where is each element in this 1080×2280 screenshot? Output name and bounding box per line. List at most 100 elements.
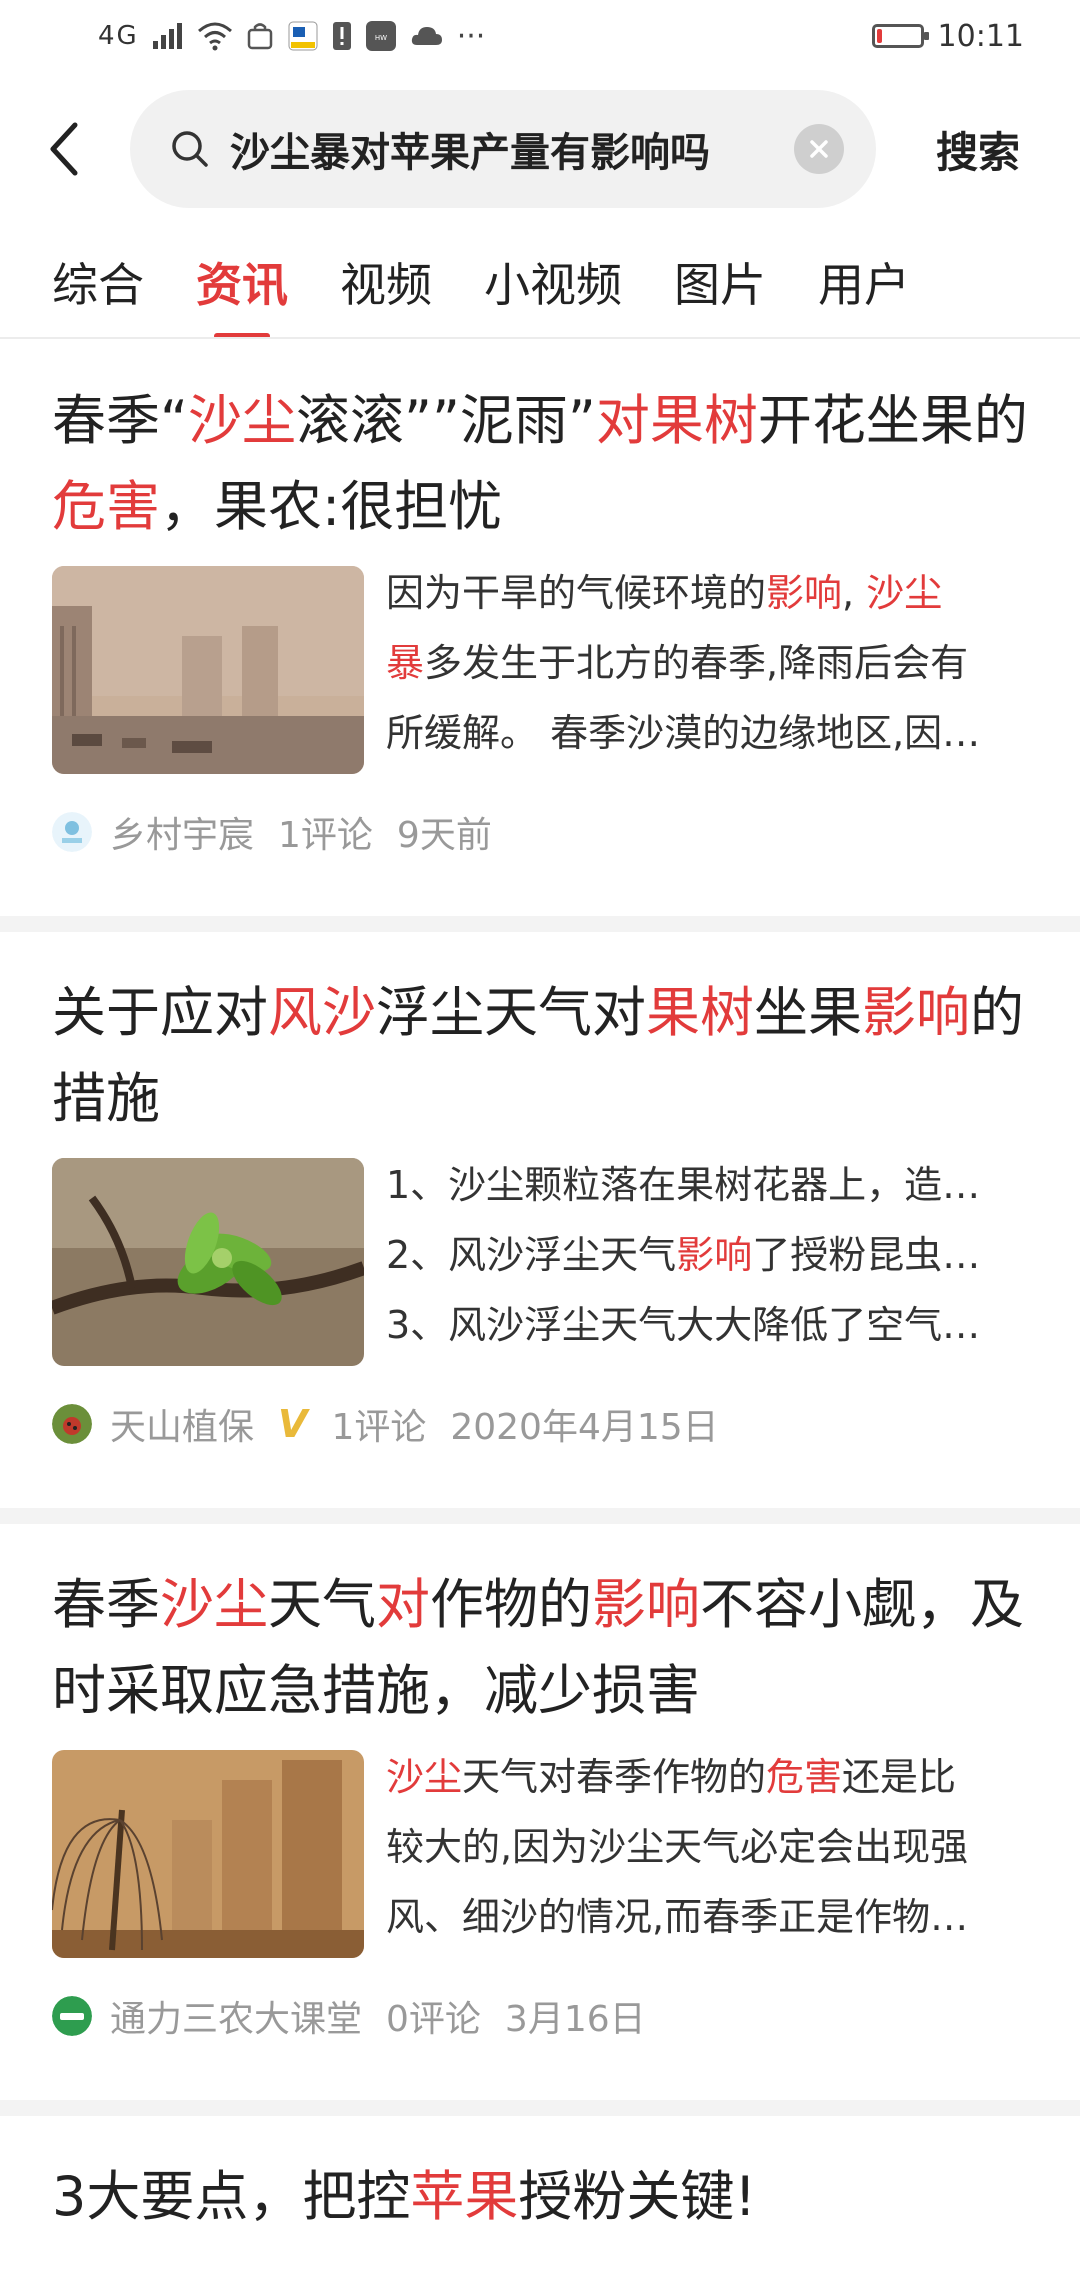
clear-search-button[interactable] (794, 124, 844, 174)
search-query-text[interactable]: 沙尘暴对苹果产量有影响吗 (230, 120, 794, 178)
alert-icon (332, 22, 351, 50)
tab-0[interactable]: 综合 (52, 235, 144, 315)
status-bar: 4G HW ··· 10:11 (0, 0, 1080, 72)
highlight-text: 危害 (52, 475, 160, 538)
search-bar-row: 沙尘暴对苹果产量有影响吗 搜索 (0, 88, 1080, 210)
highlight-text: 沙尘 (160, 1573, 268, 1636)
verified-badge-icon: V (278, 1402, 308, 1446)
card-divider (0, 1508, 1080, 1524)
publish-time: 9天前 (396, 815, 492, 856)
highlight-text: 沙尘 (187, 389, 296, 452)
text-segment: 3大要点，把控 (52, 2165, 411, 2228)
author-avatar[interactable] (52, 812, 92, 852)
search-button[interactable]: 搜索 (876, 119, 1080, 180)
text-segment: 天气 (268, 1573, 376, 1636)
highlight-text: 影响 (766, 571, 843, 615)
highlight-text: 影响 (862, 981, 970, 1044)
author-avatar[interactable] (52, 1996, 92, 2036)
article-card[interactable]: 关于应对风沙浮尘天气对果树坐果影响的措施 1、沙尘颗粒落在果树花器上，造… 2、风… (0, 932, 1080, 1524)
article-meta: 通力三农大课堂 0评论 3月16日 (52, 1988, 1028, 2044)
text-segment: 坐果 (754, 981, 862, 1044)
text-segment: 较大的,因为沙尘天气必定会出现强 (386, 1825, 969, 1869)
cloud-icon (411, 27, 442, 45)
article-thumbnail[interactable] (52, 1158, 364, 1366)
text-segment: 关于应对 (52, 981, 268, 1044)
text-segment: , (842, 571, 867, 615)
text-segment: 滚滚””泥雨” (295, 389, 596, 452)
highlight-text: 对果树 (595, 389, 758, 452)
article-body: 1、沙尘颗粒落在果树花器上，造… 2、风沙浮尘天气影响了授粉昆虫… 3、风沙浮尘天气… (52, 1158, 1028, 1366)
text-segment: ，果农:很担忧 (160, 475, 503, 538)
article-body: 因为干旱的气候环境的影响, 沙尘暴多发生于北方的春季,降雨后会有所缓解。 春季沙… (52, 566, 1028, 774)
text-segment: 还是比 (842, 1755, 957, 1799)
network-type: 4G (98, 21, 139, 51)
back-arrow-icon (50, 122, 78, 176)
article-title[interactable]: 春季沙尘天气对作物的影响不容小觑，及时采取应急措施，减少损害 (52, 1562, 1028, 1734)
tab-3[interactable]: 小视频 (484, 235, 622, 315)
article-title[interactable]: 春季“沙尘滚滚””泥雨”对果树开花坐果的危害，果农:很担忧 (52, 378, 1028, 550)
status-icons: 4G HW ··· (98, 19, 485, 54)
card-divider (0, 2100, 1080, 2116)
text-segment: 授粉关键! (518, 2165, 757, 2228)
highlight-text: 苹果 (410, 2165, 519, 2228)
more-icon: ··· (456, 18, 486, 54)
tab-2[interactable]: 视频 (340, 235, 432, 315)
text-segment: 天气对春季作物的 (462, 1755, 767, 1799)
text-segment: 浮尘天气对 (376, 981, 646, 1044)
article-meta: 天山植保 V 1评论 2020年4月15日 (52, 1396, 1028, 1452)
article-summary: 因为干旱的气候环境的影响, 沙尘暴多发生于北方的春季,降雨后会有所缓解。 春季沙… (386, 558, 1028, 774)
battery-icon (871, 24, 929, 48)
text-segment: 因为干旱的气候环境的 (386, 571, 767, 615)
text-segment: 风、细沙的情况,而春季正是作物… (386, 1895, 969, 1939)
text-segment: 作物的 (430, 1573, 592, 1636)
article-body: 沙尘天气对春季作物的危害还是比较大的,因为沙尘天气必定会出现强 风、细沙的情况,而… (52, 1750, 1028, 1958)
highlight-text: 沙尘 (386, 1755, 463, 1799)
tab-1[interactable]: 资讯 (196, 235, 288, 315)
tab-5[interactable]: 用户 (818, 235, 910, 315)
article-card-partial[interactable]: 3大要点，把控苹果授粉关键! (0, 2116, 1080, 2240)
article-thumbnail[interactable] (52, 1750, 364, 1958)
news-feed: 春季“沙尘滚滚””泥雨”对果树开花坐果的危害，果农:很担忧 因为干旱的气候环境的… (0, 340, 1080, 2240)
article-card[interactable]: 春季“沙尘滚滚””泥雨”对果树开花坐果的危害，果农:很担忧 因为干旱的气候环境的… (0, 340, 1080, 932)
summary-line: 1、沙尘颗粒落在果树花器上，造… (386, 1150, 1028, 1220)
text-segment: 多发生于北方的春季,降雨后会有 (424, 641, 969, 685)
summary-line: 沙尘天气对春季作物的危害还是比 (386, 1742, 1028, 1812)
wifi-icon (197, 22, 232, 51)
comment-count: 1评论 (278, 815, 373, 856)
comment-count: 0评论 (386, 1999, 481, 2040)
app-icon (288, 21, 318, 51)
article-title[interactable]: 关于应对风沙浮尘天气对果树坐果影响的措施 (52, 970, 1028, 1142)
summary-line: 暴多发生于北方的春季,降雨后会有 (386, 628, 1028, 698)
article-title[interactable]: 3大要点，把控苹果授粉关键! (52, 2154, 1028, 2240)
publish-time: 2020年4月15日 (450, 1407, 719, 1448)
article-thumbnail[interactable] (52, 566, 364, 774)
highlight-text: 暴 (386, 641, 425, 685)
article-meta: 乡村宇宸 1评论 9天前 (52, 804, 1028, 860)
publish-time: 3月16日 (504, 1999, 646, 2040)
highlight-text: 危害 (766, 1755, 843, 1799)
article-summary: 1、沙尘颗粒落在果树花器上，造… 2、风沙浮尘天气影响了授粉昆虫… 3、风沙浮尘天气… (386, 1150, 1028, 1366)
huawei-icon: HW (365, 21, 396, 51)
author-avatar[interactable] (52, 1404, 92, 1444)
text-segment: 所缓解。 春季沙漠的边缘地区,因… (386, 711, 981, 755)
bag-icon (247, 23, 272, 50)
summary-line: 3、风沙浮尘天气大大降低了空气… (386, 1290, 1028, 1360)
author-name[interactable]: 天山植保 (110, 1398, 254, 1450)
text-segment: 2、风沙浮尘天气 (386, 1233, 677, 1277)
text-segment: 春季“ (52, 389, 188, 452)
summary-line: 2、风沙浮尘天气影响了授粉昆虫… (386, 1220, 1028, 1290)
author-name[interactable]: 乡村宇宸 (110, 806, 254, 858)
author-name[interactable]: 通力三农大课堂 (110, 1990, 362, 2042)
svg-text:HW: HW (375, 34, 387, 42)
summary-line: 较大的,因为沙尘天气必定会出现强 (386, 1812, 1028, 1882)
highlight-text: 沙尘 (866, 571, 943, 615)
search-input[interactable]: 沙尘暴对苹果产量有影响吗 (130, 90, 876, 208)
back-button[interactable] (0, 88, 130, 210)
text-segment: 开花坐果的 (757, 389, 1028, 452)
status-right: 10:11 (871, 19, 1024, 54)
highlight-text: 对 (376, 1573, 430, 1636)
article-card[interactable]: 春季沙尘天气对作物的影响不容小觑，及时采取应急措施，减少损害 沙尘天气对春季作物… (0, 1524, 1080, 2116)
tab-4[interactable]: 图片 (674, 235, 766, 315)
search-icon (172, 131, 208, 167)
card-divider (0, 916, 1080, 932)
